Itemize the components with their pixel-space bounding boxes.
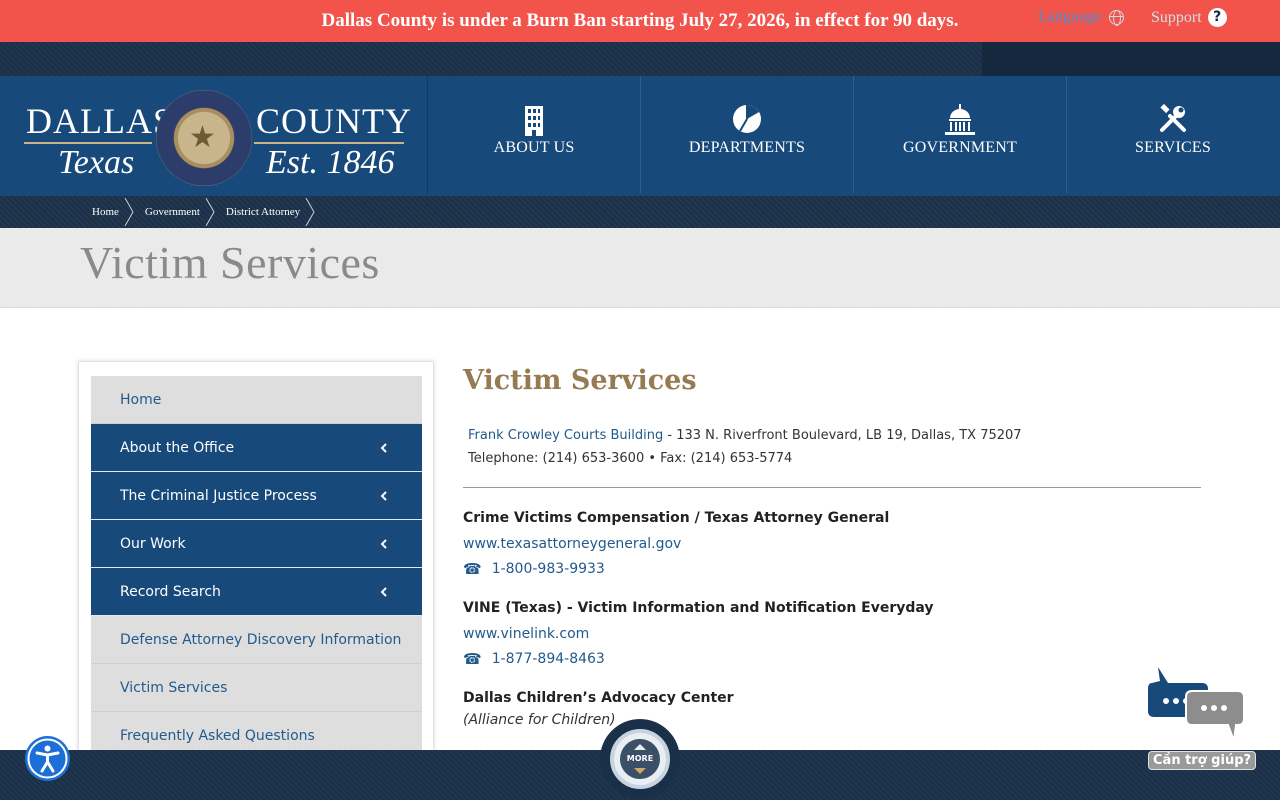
side-menu-card: Home About the Office The Criminal Justi… (78, 361, 434, 761)
phone-number: 1-800-983-9933 (491, 561, 605, 577)
breadcrumb-label: Government (144, 206, 200, 218)
office-address: Frank Crowley Courts Building - 133 N. R… (468, 424, 1203, 470)
building-link[interactable]: Frank Crowley Courts Building (468, 428, 663, 443)
breadcrumb-bar: Home Government District Attorney (0, 196, 1280, 228)
arrow-down-icon (634, 768, 646, 774)
main-content: Victim Services Frank Crowley Courts Bui… (463, 365, 1203, 728)
breadcrumb-home[interactable]: Home (82, 196, 134, 228)
accessibility-button[interactable] (25, 736, 70, 781)
chevron-left-icon[interactable] (378, 537, 390, 551)
sidebar-item-label: About the Office (120, 439, 235, 456)
sidebar-item-label: Frequently Asked Questions (120, 727, 315, 744)
question-mark-icon: ? (1207, 8, 1227, 27)
nav-government[interactable]: GOVERNMENT (853, 76, 1066, 193)
sidebar-item-defense-attorney-discovery[interactable]: Defense Attorney Discovery Information (91, 616, 422, 664)
site-header: DALLAS COUNTY Texas Est. 1846 ★ ABOUT US (0, 76, 1280, 196)
sidebar-item-record-search[interactable]: Record Search (91, 568, 422, 616)
nav-about-us[interactable]: ABOUT US (427, 76, 640, 193)
nav-label: GOVERNMENT (903, 139, 1017, 156)
sidebar-item-label: Victim Services (120, 679, 228, 696)
resource-url-link[interactable]: www.texasattorneygeneral.gov (463, 536, 1203, 552)
nav-label: DEPARTMENTS (688, 139, 806, 156)
more-button-ring: MORE (610, 729, 670, 789)
globe-icon (1109, 9, 1125, 26)
county-seal-icon: ★ (156, 90, 252, 186)
resource-title: Dallas Children’s Advocacy Center (463, 690, 734, 706)
sidebar-item-home[interactable]: Home (91, 376, 422, 424)
sidebar-item-about-the-office[interactable]: About the Office (91, 424, 422, 472)
divider (463, 487, 1201, 488)
resource-entry: VINE (Texas) - Victim Information and No… (463, 600, 1203, 668)
more-button[interactable]: MORE (600, 719, 680, 799)
support-label: Support (1151, 8, 1202, 26)
utility-bar (0, 42, 1280, 76)
contact-numbers: Telephone: (214) 653-3600 • Fax: (214) 6… (468, 451, 793, 466)
sidebar-item-label: Our Work (120, 535, 186, 552)
sidebar-item-label: Record Search (120, 583, 221, 600)
resource-title: Crime Victims Compensation / Texas Attor… (463, 510, 890, 526)
chat-widget[interactable]: Cần trợ giúp? (1146, 665, 1257, 775)
title-band: Victim Services (0, 228, 1280, 308)
breadcrumb-label: Home (92, 206, 119, 218)
language-label: Language (1038, 8, 1102, 25)
breadcrumb-separator-icon (305, 198, 315, 226)
breadcrumb-label: District Attorney (225, 206, 301, 218)
main-nav: ABOUT US DEPARTMENTS GOVERNMENT SERVICES (427, 76, 1279, 193)
utility-box (982, 42, 1280, 76)
resource-entry: Crime Victims Compensation / Texas Attor… (463, 510, 1203, 578)
sidebar-item-our-work[interactable]: Our Work (91, 520, 422, 568)
chat-bubbles-icon (1148, 667, 1245, 742)
page-title: Victim Services (80, 237, 380, 288)
sidebar-item-criminal-justice-process[interactable]: The Criminal Justice Process (91, 472, 422, 520)
chevron-left-icon[interactable] (378, 441, 390, 455)
resource-title: VINE (Texas) - Victim Information and No… (463, 600, 934, 616)
chat-help-label: Cần trợ giúp? (1148, 751, 1257, 770)
sidebar-item-label: The Criminal Justice Process (120, 487, 317, 504)
pie-chart-icon (733, 105, 761, 133)
breadcrumb: Home Government District Attorney (82, 196, 315, 228)
arrow-up-icon (634, 744, 646, 750)
resource-url-link[interactable]: www.vinelink.com (463, 626, 1203, 642)
capitol-icon (945, 104, 975, 135)
sidebar-item-label: Defense Attorney Discovery Information (120, 631, 402, 648)
breadcrumb-government[interactable]: Government (135, 196, 215, 228)
accessibility-icon (27, 738, 68, 779)
sidebar-item-label: Home (120, 391, 162, 408)
dallas-county-logo[interactable]: DALLAS COUNTY Texas Est. 1846 ★ (22, 90, 411, 186)
support-link[interactable]: Support ? (1151, 8, 1227, 27)
nav-label: SERVICES (1135, 139, 1211, 156)
tools-icon (1160, 104, 1186, 132)
nav-label: ABOUT US (493, 139, 575, 156)
side-menu: Home About the Office The Criminal Justi… (91, 376, 422, 760)
sidebar-item-victim-services[interactable]: Victim Services (91, 664, 422, 712)
resource-subtitle: (Alliance for Children) (463, 712, 616, 728)
resource-entry: Dallas Children’s Advocacy Center (Allia… (463, 690, 1203, 728)
logo-word-dallas: DALLAS (26, 101, 174, 141)
chevron-left-icon[interactable] (378, 585, 390, 599)
nav-departments[interactable]: DEPARTMENTS (640, 76, 853, 193)
resource-phone[interactable]: ☎ 1-800-983-9933 (463, 560, 1203, 578)
logo-word-est: Est. 1846 (266, 144, 395, 181)
resource-phone[interactable]: ☎ 1-877-894-8463 (463, 650, 1203, 668)
more-button-core: MORE (620, 739, 660, 779)
phone-number: 1-877-894-8463 (491, 651, 605, 667)
phone-icon: ☎ (463, 650, 482, 668)
logo-word-county: COUNTY (256, 101, 412, 141)
address-text: - 133 N. Riverfront Boulevard, LB 19, Da… (663, 428, 1022, 443)
nav-services[interactable]: SERVICES (1066, 76, 1279, 193)
logo-word-texas: Texas (58, 144, 135, 181)
breadcrumb-district-attorney[interactable]: District Attorney (216, 196, 315, 228)
chevron-left-icon[interactable] (378, 489, 390, 503)
section-heading: Victim Services (463, 365, 697, 396)
more-label: MORE (626, 754, 654, 763)
language-selector[interactable]: Language (1038, 8, 1125, 26)
building-icon (525, 106, 543, 136)
phone-icon: ☎ (463, 560, 482, 578)
